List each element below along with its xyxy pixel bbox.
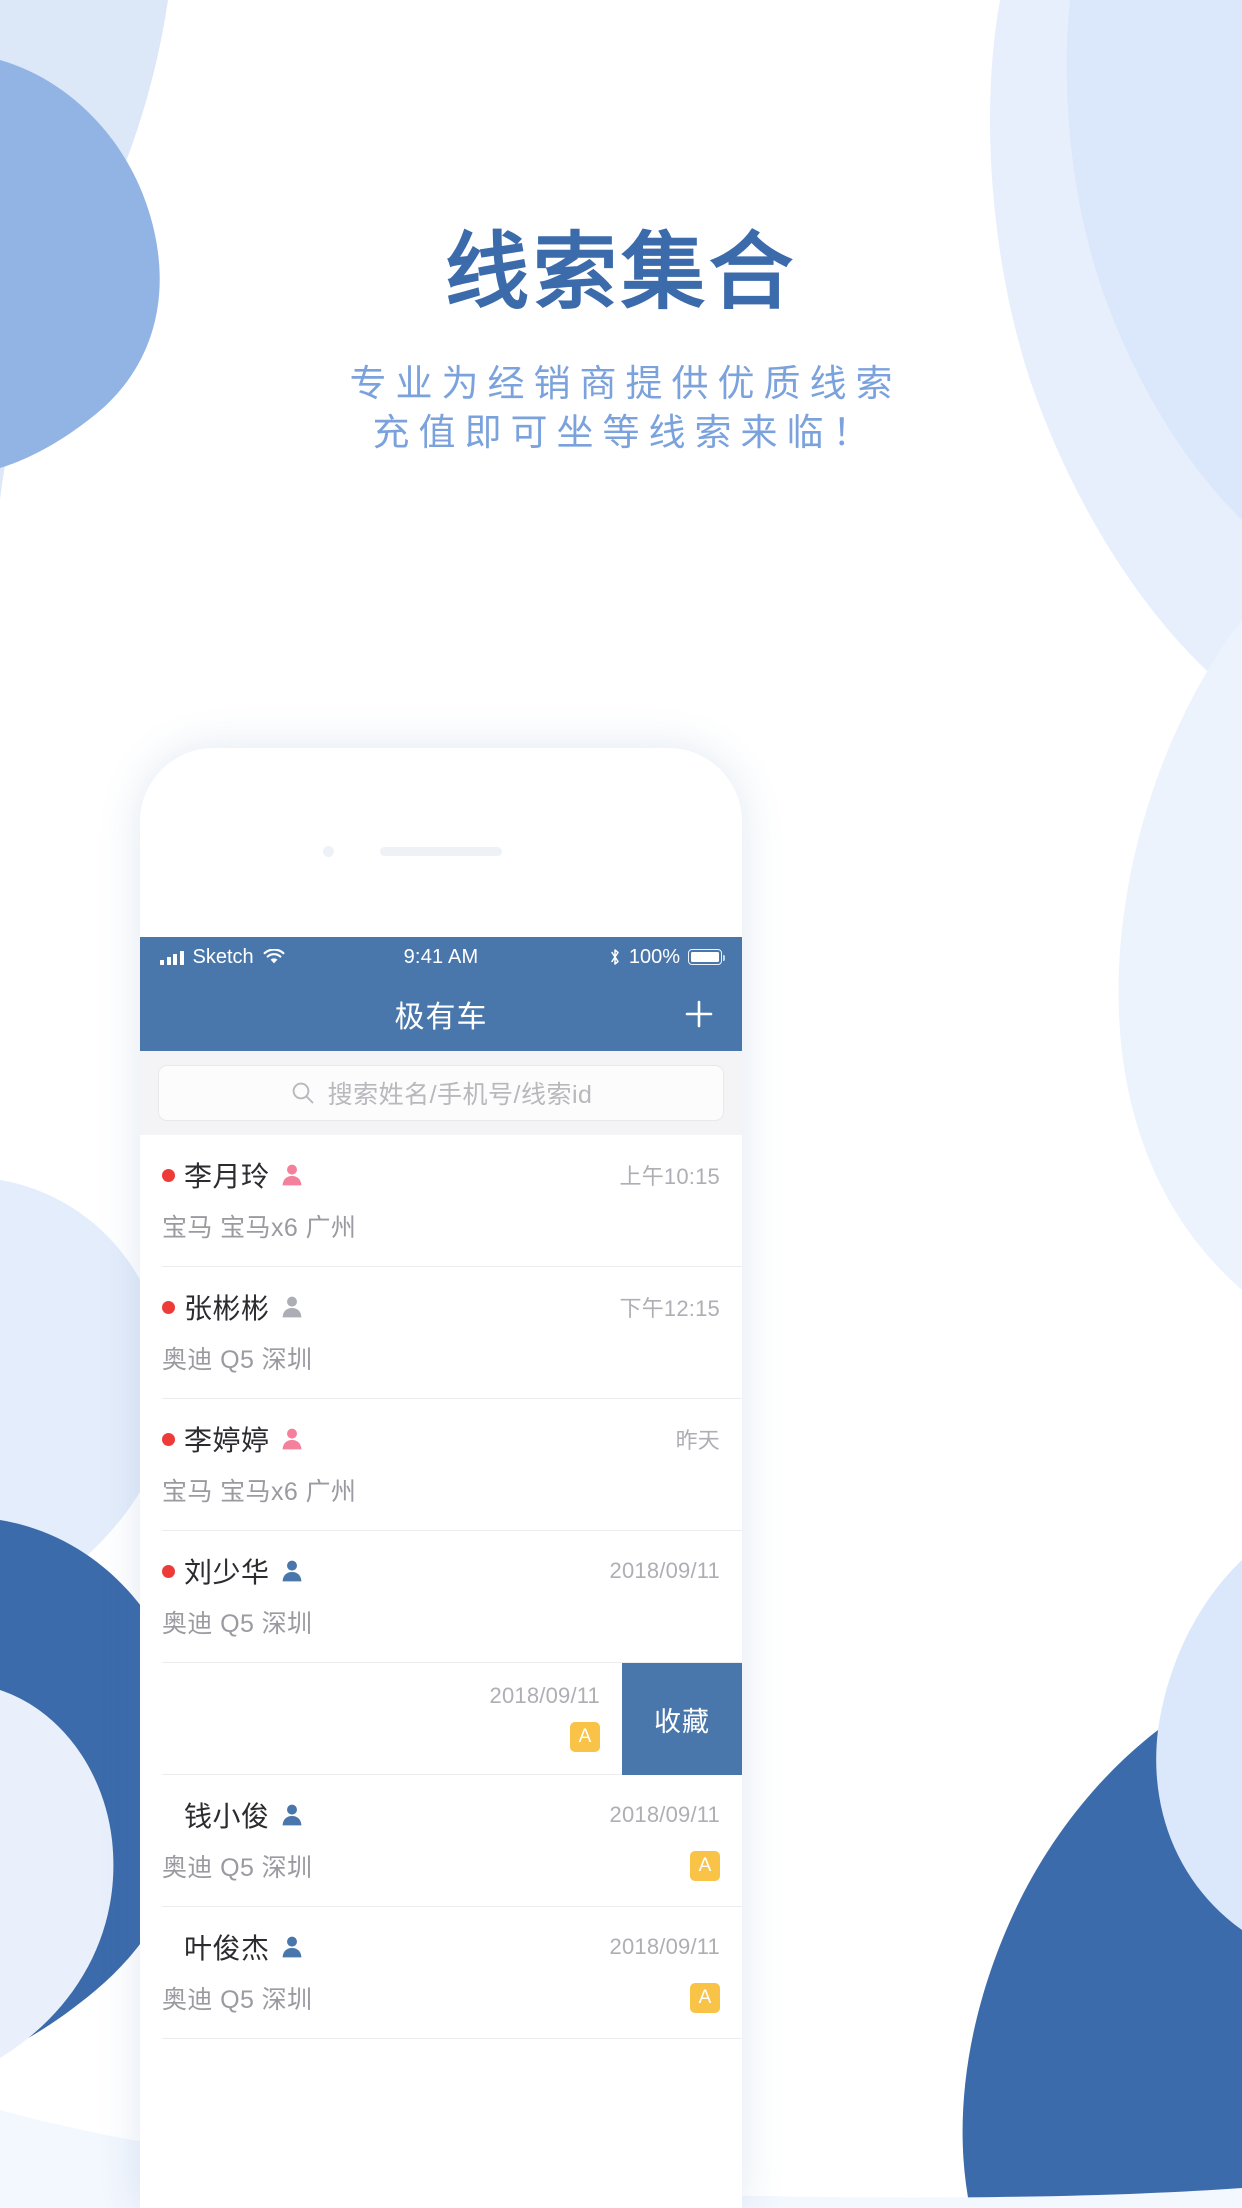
- status-bar-right: 100%: [478, 945, 725, 969]
- unread-dot-icon: [162, 1564, 175, 1578]
- lead-time: 下午12:15: [619, 1296, 720, 1321]
- list-item-header: 钱小俊 2018/09/11: [162, 1795, 720, 1835]
- male-icon: [281, 1935, 303, 1959]
- lead-description: 奥迪 Q5 深圳: [162, 1610, 313, 1638]
- lead-description: 奥迪 Q5 深圳: [162, 1854, 313, 1882]
- list-item-detail: 宝马 宝马x6 广州: [162, 1472, 720, 1508]
- subtitle-line-2: 充值即可坐等线索来临！: [372, 412, 879, 454]
- nav-title: 极有车: [394, 1001, 488, 1034]
- lead-time: 昨天: [675, 1428, 720, 1453]
- lead-name: 李婷婷: [184, 1425, 270, 1456]
- carrier-label: Sketch: [192, 945, 254, 968]
- nav-bar: 极有车: [140, 977, 742, 1051]
- lead-time: 2018/09/11: [609, 1934, 720, 1959]
- list-item-header: 叶俊杰 2018/09/11: [162, 1927, 720, 1967]
- list-item-detail: 宝马 宝马x6 广州: [162, 1208, 720, 1244]
- lead-time: 2018/09/11: [609, 1558, 720, 1583]
- list-item-detail: 奥迪 Q5 深圳: [162, 1604, 720, 1640]
- add-button[interactable]: [678, 993, 720, 1035]
- list-item-header: 2018/09/11: [162, 1683, 600, 1709]
- list-item[interactable]: 刘少华 2018/09/11 奥迪 Q5 深圳: [140, 1531, 742, 1663]
- plus-icon: [685, 1000, 713, 1028]
- lead-name: 刘少华: [184, 1557, 270, 1588]
- list-item[interactable]: 李月玲 上午10:15 宝马 宝马x6 广州: [140, 1135, 742, 1267]
- search-icon: [290, 1080, 316, 1106]
- grade-badge: A: [570, 1722, 600, 1752]
- lead-time: 2018/09/11: [609, 1802, 720, 1827]
- search-input[interactable]: 搜索姓名/手机号/线索id: [158, 1065, 724, 1121]
- lead-name: 叶俊杰: [184, 1933, 270, 1964]
- lead-description: 宝马 宝马x6 广州: [162, 1214, 357, 1242]
- search-placeholder: 搜索姓名/手机号/线索id: [327, 1081, 593, 1109]
- phone-bezel-top: [140, 748, 742, 937]
- list-item-header: 李月玲 上午10:15: [162, 1155, 720, 1195]
- grade-badge: A: [690, 1851, 720, 1881]
- page-subtitle: 专业为经销商提供优质线索 充值即可坐等线索来临！: [0, 360, 1242, 458]
- male-icon: [281, 1559, 303, 1583]
- status-bar-left: Sketch: [160, 946, 404, 969]
- female-icon: [281, 1427, 303, 1451]
- lead-name: 张彬彬: [184, 1293, 270, 1324]
- earpiece-speaker: [380, 847, 502, 856]
- lead-list: 李月玲 上午10:15 宝马 宝马x6 广州 张彬彬 下午12:15 奥迪 Q5 深圳 李婷…: [140, 1135, 742, 2039]
- list-item-detail: 奥迪 Q5 深圳: [162, 1340, 720, 1376]
- subtitle-line-1: 专业为经销商提供优质线索: [349, 363, 902, 405]
- list-item[interactable]: 张彬彬 下午12:15 奥迪 Q5 深圳: [140, 1267, 742, 1399]
- lead-description: 奥迪 Q5 深圳: [162, 1986, 313, 2014]
- phone-mockup: Sketch 9:41 AM 100% 极有车 搜索姓名/手机号/线索id 李月…: [140, 748, 742, 2208]
- list-item-detail: A: [162, 1722, 600, 1752]
- battery-full-icon: [688, 949, 725, 965]
- list-item-header: 李婷婷 昨天: [162, 1419, 720, 1459]
- female-icon: [281, 1163, 303, 1187]
- unread-dot-icon: [162, 1168, 175, 1182]
- lead-description: 奥迪 Q5 深圳: [162, 1346, 313, 1374]
- list-item-detail: 奥迪 Q5 深圳 A: [162, 1848, 720, 1884]
- unread-dot-icon: [162, 1432, 175, 1446]
- signal-bars-icon: [160, 950, 184, 965]
- list-item[interactable]: 李婷婷 昨天宝马 宝马x6 广州: [140, 1399, 742, 1531]
- male-icon: [281, 1803, 303, 1827]
- front-camera-icon: [323, 846, 334, 857]
- search-bar-container: 搜索姓名/手机号/线索id: [140, 1051, 742, 1135]
- unread-dot-icon: [162, 1300, 175, 1314]
- status-bar-time: 9:41 AM: [403, 945, 479, 968]
- list-item-detail: 奥迪 Q5 深圳 A: [162, 1980, 720, 2016]
- lead-name: 钱小俊: [184, 1801, 270, 1832]
- list-item[interactable]: 叶俊杰 2018/09/11 奥迪 Q5 深圳 A: [140, 1907, 742, 2039]
- hero-section: 线索集合 专业为经销商提供优质线索 充值即可坐等线索来临！: [0, 0, 1242, 458]
- list-item[interactable]: 钱小俊 2018/09/11 奥迪 Q5 深圳 A: [140, 1775, 742, 1907]
- list-item[interactable]: 2018/09/11 A 收藏: [140, 1663, 742, 1775]
- lead-description: 宝马 宝马x6 广州: [162, 1478, 357, 1506]
- list-item-header: 刘少华 2018/09/11: [162, 1551, 720, 1591]
- grade-badge: A: [690, 1983, 720, 2013]
- page-root: 线索集合 专业为经销商提供优质线索 充值即可坐等线索来临！ Sketch 9:4…: [0, 0, 1242, 2208]
- lead-time: 上午10:15: [619, 1164, 720, 1189]
- battery-percent-label: 100%: [628, 945, 680, 968]
- phone-screen: Sketch 9:41 AM 100% 极有车 搜索姓名/手机号/线索id 李月…: [140, 937, 742, 2208]
- favorite-swipe-button[interactable]: 收藏: [622, 1663, 742, 1775]
- list-item-header: 张彬彬 下午12:15: [162, 1287, 720, 1327]
- status-bar: Sketch 9:41 AM 100%: [140, 937, 742, 977]
- wifi-icon: [263, 949, 285, 965]
- person-unknown-icon: [281, 1295, 303, 1319]
- page-title: 线索集合: [444, 225, 797, 319]
- lead-name: 李月玲: [184, 1161, 270, 1192]
- bluetooth-icon: [609, 948, 621, 966]
- lead-time: 2018/09/11: [489, 1683, 600, 1708]
